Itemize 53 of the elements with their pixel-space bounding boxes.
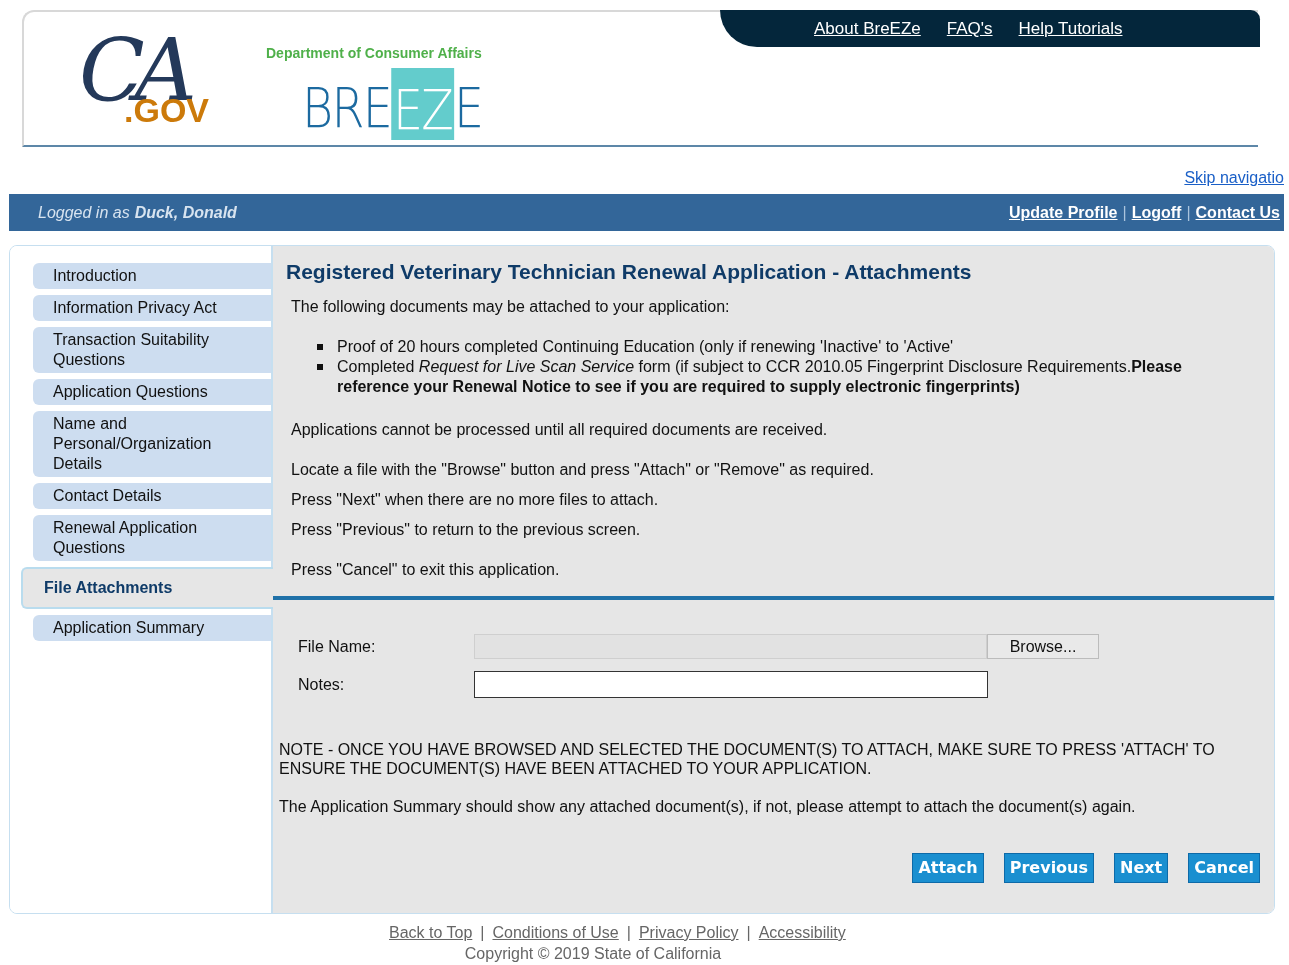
action-button[interactable]: Attach [912, 853, 984, 883]
sidebar-item[interactable]: File Attachments [21, 567, 273, 609]
sidebar-item[interactable]: Name and Personal/Organization Details [33, 411, 271, 477]
department-name: Department of Consumer Affairs [266, 44, 482, 63]
top-nav-link[interactable]: FAQ's [946, 15, 993, 42]
user-link[interactable]: Update Profile [1009, 200, 1118, 225]
sidebar-item[interactable]: Application Summary [33, 615, 271, 641]
sidebar-item[interactable]: Transaction Suitability Questions [33, 327, 271, 373]
separator: | [1186, 202, 1191, 223]
footer-link[interactable]: Conditions of Use [492, 921, 619, 945]
top-nav-link[interactable]: About BreEZe [814, 15, 921, 42]
instruction-text: Locate a file with the "Browse" button and press "Attach" or "Remove" as required. [291, 460, 875, 480]
copyright-text: Copyright © 2019 State of California [464, 945, 722, 963]
sidebar-item[interactable]: Contact Details [33, 483, 271, 509]
instruction-text: Press "Cancel" to exit this application. [291, 560, 561, 580]
separator: | [480, 923, 485, 943]
breeze-logo[interactable]: BREEZE [302, 64, 483, 140]
sidebar-item[interactable]: Renewal Application Questions [33, 515, 271, 561]
sidebar-item[interactable]: Introduction [33, 263, 271, 289]
instruction-text: Applications cannot be processed until all required documents are received. [291, 420, 829, 440]
sidebar-item[interactable]: Application Questions [33, 379, 271, 405]
intro-text: The following documents may be attached to your application: [291, 297, 731, 317]
footer-link[interactable]: Back to Top [389, 921, 473, 945]
page-title: Registered Veterinary Technician Renewal Application - Attachments [286, 259, 973, 285]
action-button[interactable]: Next [1114, 853, 1169, 883]
action-button[interactable]: Previous [1003, 853, 1095, 883]
separator: | [746, 923, 751, 943]
notes-label: Notes: [298, 674, 346, 695]
footer-link[interactable]: Accessibility [758, 921, 846, 945]
bullet-icon [317, 344, 323, 350]
bullet-text: Completed Request for Live Scan Service form (if subject to CCR 2010.05 Fingerprint Disclosure Requirements.Please reference your Renewal Notice to see if you are required to supply electronic fingerprints) [337, 357, 1183, 397]
sidebar-item[interactable]: Information Privacy Act [33, 295, 271, 321]
separator: | [1122, 202, 1127, 223]
logged-in-label: Logged in as [38, 202, 130, 223]
bullet-text: Proof of 20 hours completed Continuing Education (only if renewing 'Inactive' to 'Active' [337, 337, 955, 357]
footer-link[interactable]: Privacy Policy [638, 921, 739, 945]
top-nav-link[interactable]: Help Tutorials [1018, 15, 1123, 42]
user-name: Duck, Donald [134, 202, 237, 223]
ca-gov-logo[interactable]: CA .GOV [79, 37, 219, 137]
summary-note: The Application Summary should show any attached document(s), if not, please attempt to attach the document(s) again. [279, 797, 1137, 816]
bullet-icon [317, 364, 323, 370]
instruction-text: Press "Next" when there are no more files to attach. [291, 490, 660, 510]
skip-navigation-link[interactable]: Skip navigatio [1184, 166, 1284, 190]
separator: | [626, 923, 631, 943]
user-link[interactable]: Contact Us [1195, 200, 1280, 225]
instruction-text: Press "Previous" to return to the previous screen. [291, 520, 642, 540]
attach-note: NOTE - ONCE YOU HAVE BROWSED AND SELECTED THE DOCUMENT(S) TO ATTACH, MAKE SURE TO PRESS 'ATTACH' TO ENSURE THE DOCUMENT(S) HAVE BEEN ATTACHED TO YOUR APPLICATION. [279, 740, 1216, 778]
notes-field[interactable] [474, 671, 988, 698]
browse-button[interactable]: Browse... [987, 634, 1099, 659]
action-button[interactable]: Cancel [1188, 853, 1260, 883]
file-name-label: File Name: [298, 636, 377, 657]
user-link[interactable]: Logoff [1131, 200, 1182, 225]
file-name-field[interactable] [474, 634, 987, 659]
